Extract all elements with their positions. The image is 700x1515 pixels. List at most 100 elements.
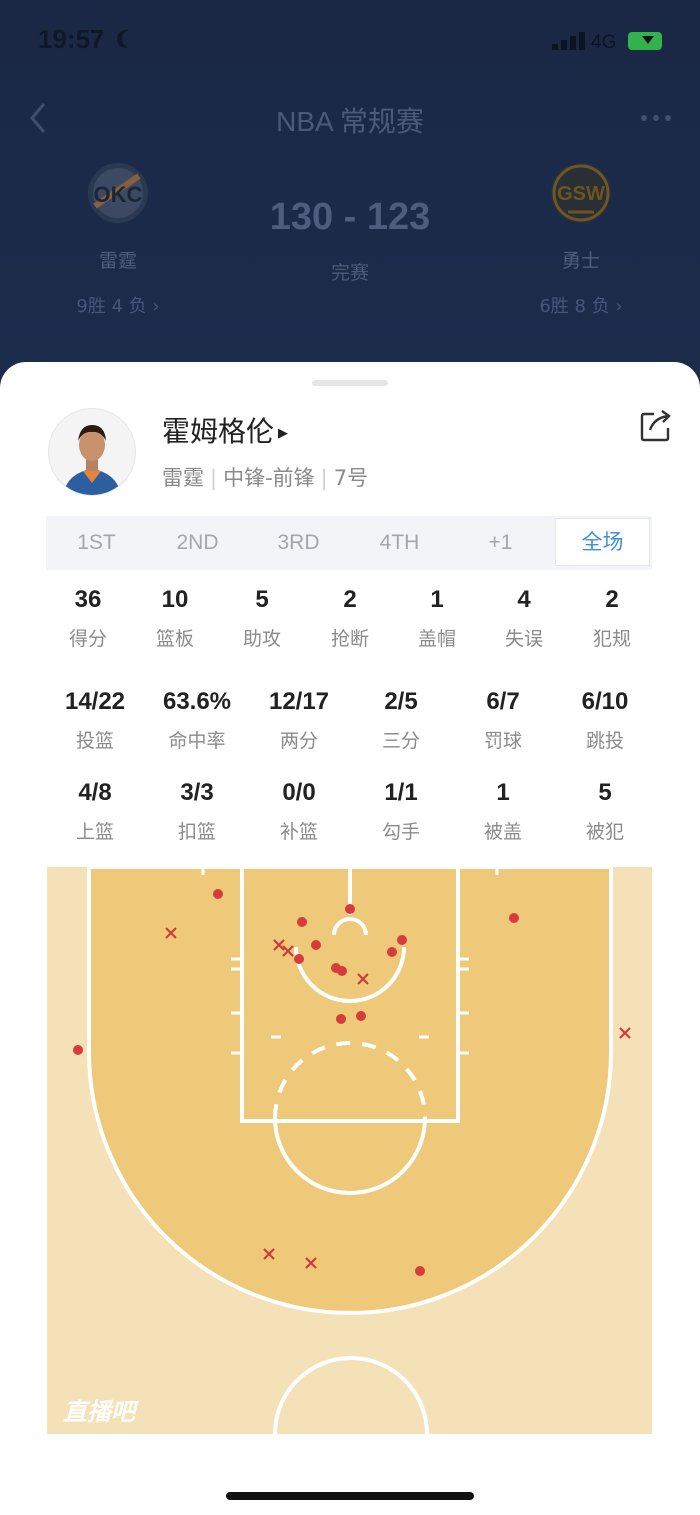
home-indicator[interactable]: [226, 1492, 474, 1500]
more-button[interactable]: [638, 110, 678, 126]
stat-label: 跳投: [585, 730, 624, 752]
stat-putbacks: 0/0 补篮: [249, 779, 349, 844]
stat-value: 63.6%: [162, 688, 232, 715]
game-header: 19:57 4G NBA 常规赛 OKC 雷霆 9胜 4 负 › 130 - 1…: [0, 0, 700, 400]
stat-label: 失误: [504, 628, 543, 650]
sheet-grip-handle[interactable]: [312, 380, 388, 386]
stat-value: 1/1: [384, 779, 418, 806]
player-number: 7号: [333, 466, 369, 490]
stat-value: 36: [74, 586, 102, 613]
made-shot: [509, 913, 519, 923]
made-shot: [336, 1014, 346, 1024]
stat-label: 得分: [68, 628, 107, 650]
player-position: 中锋-前锋: [223, 466, 315, 490]
tab-2nd[interactable]: 2ND: [147, 516, 248, 570]
stat-label: 被犯: [585, 821, 624, 843]
signal-icon: [552, 32, 586, 50]
stat-label: 三分: [381, 730, 420, 752]
stat-jump-shots: 6/10 跳投: [555, 688, 655, 753]
watermark-logo: 直播吧: [63, 1398, 135, 1426]
away-team-name: 勇士: [561, 250, 600, 272]
stat-value: 6/10: [581, 688, 629, 715]
center-circle: [273, 1356, 429, 1434]
made-shot: [356, 1011, 366, 1021]
made-shot: [311, 940, 321, 950]
stat-value: 14/22: [64, 688, 126, 715]
stat-value: 6/7: [486, 688, 520, 715]
stat-value: 0/0: [282, 779, 316, 806]
status-time: 19:57: [38, 24, 105, 54]
stat-value: 1: [496, 779, 510, 806]
stat-label: 补篮: [279, 821, 318, 843]
tab-full-game[interactable]: 全场: [555, 518, 650, 566]
stat-label: 两分: [279, 730, 318, 752]
caret-right-icon: ▶: [278, 425, 289, 441]
more-dots-icon: [641, 115, 671, 121]
stat-field-goals: 14/22 投篮: [45, 688, 145, 753]
stat-steals: 2 抢断: [310, 586, 390, 651]
made-shot: [387, 947, 397, 957]
stat-value: 4: [517, 586, 531, 613]
stat-fouled: 5 被犯: [555, 779, 655, 844]
stat-points: 36 得分: [48, 586, 128, 651]
player-info: 雷霆 | 中锋-前锋 | 7号: [162, 462, 368, 492]
player-name: 霍姆格伦: [162, 415, 275, 448]
tab-3rd[interactable]: 3RD: [248, 516, 349, 570]
player-name-link[interactable]: 霍姆格伦 ▶: [162, 410, 288, 450]
stat-three-pointers: 2/5 三分: [351, 688, 451, 753]
stat-label: 投篮: [75, 730, 114, 752]
tab-1st[interactable]: 1ST: [46, 516, 147, 570]
stat-label: 篮板: [155, 628, 194, 650]
stat-value: 12/17: [268, 688, 330, 715]
divider: |: [210, 466, 218, 490]
made-shot: [294, 954, 304, 964]
stat-turnovers: 4 失误: [484, 586, 564, 651]
stat-value: 3/3: [180, 779, 214, 806]
stat-free-throws: 6/7 罚球: [453, 688, 553, 753]
shot-chart: [47, 867, 652, 1434]
stat-fg-percentage: 63.6% 命中率: [147, 688, 247, 753]
stat-value: 2: [605, 586, 619, 613]
share-button[interactable]: [638, 408, 674, 444]
player-photo-icon: [49, 409, 135, 495]
stat-label: 上篮: [75, 821, 114, 843]
made-shot: [73, 1045, 83, 1055]
stat-value: 1: [430, 586, 444, 613]
page-title: NBA 常规赛: [276, 106, 424, 137]
stat-assists: 5 助攻: [222, 586, 302, 651]
stat-label: 扣篮: [177, 821, 216, 843]
divider: |: [320, 466, 328, 490]
stat-value: 2/5: [384, 688, 418, 715]
tab-4th[interactable]: 4TH: [349, 516, 450, 570]
stat-value: 4/8: [78, 779, 112, 806]
three-point-line: [87, 867, 613, 1315]
court-diagram: [73, 867, 631, 1434]
share-icon: [640, 410, 671, 442]
away-team-record[interactable]: 6胜 8 负 ›: [501, 292, 661, 318]
player-sheet: 霍姆格伦 ▶ 雷霆 | 中锋-前锋 | 7号 1ST 2ND 3RD 4TH +1 全场 …: [0, 362, 700, 1515]
away-team-logo[interactable]: GSW: [550, 162, 612, 224]
gsw-logo-icon: GSW: [551, 163, 611, 223]
svg-text:GSW: GSW: [557, 183, 605, 205]
battery-icon: [628, 32, 662, 50]
stat-blocks: 1 盖帽: [397, 586, 477, 651]
stat-value: 10: [161, 586, 189, 613]
missed-shot: [619, 1027, 631, 1039]
stat-blocked: 1 被盖: [453, 779, 553, 844]
stat-label: 罚球: [483, 730, 522, 752]
stat-label: 勾手: [381, 821, 420, 843]
stat-dunks: 3/3 扣篮: [147, 779, 247, 844]
moon-icon: [122, 30, 140, 48]
home-team-record[interactable]: 9胜 4 负 ›: [38, 292, 198, 318]
made-shot: [397, 935, 407, 945]
made-shot: [337, 966, 347, 976]
player-team: 雷霆: [162, 466, 204, 490]
stat-label: 被盖: [483, 821, 522, 843]
stat-label: 命中率: [168, 730, 226, 752]
made-shot: [297, 917, 307, 927]
tab-overtime[interactable]: +1: [450, 516, 551, 570]
stat-value: 5: [598, 779, 612, 806]
stat-fouls: 2 犯规: [572, 586, 652, 651]
stat-label: 盖帽: [417, 628, 456, 650]
stat-value: 5: [255, 586, 269, 613]
